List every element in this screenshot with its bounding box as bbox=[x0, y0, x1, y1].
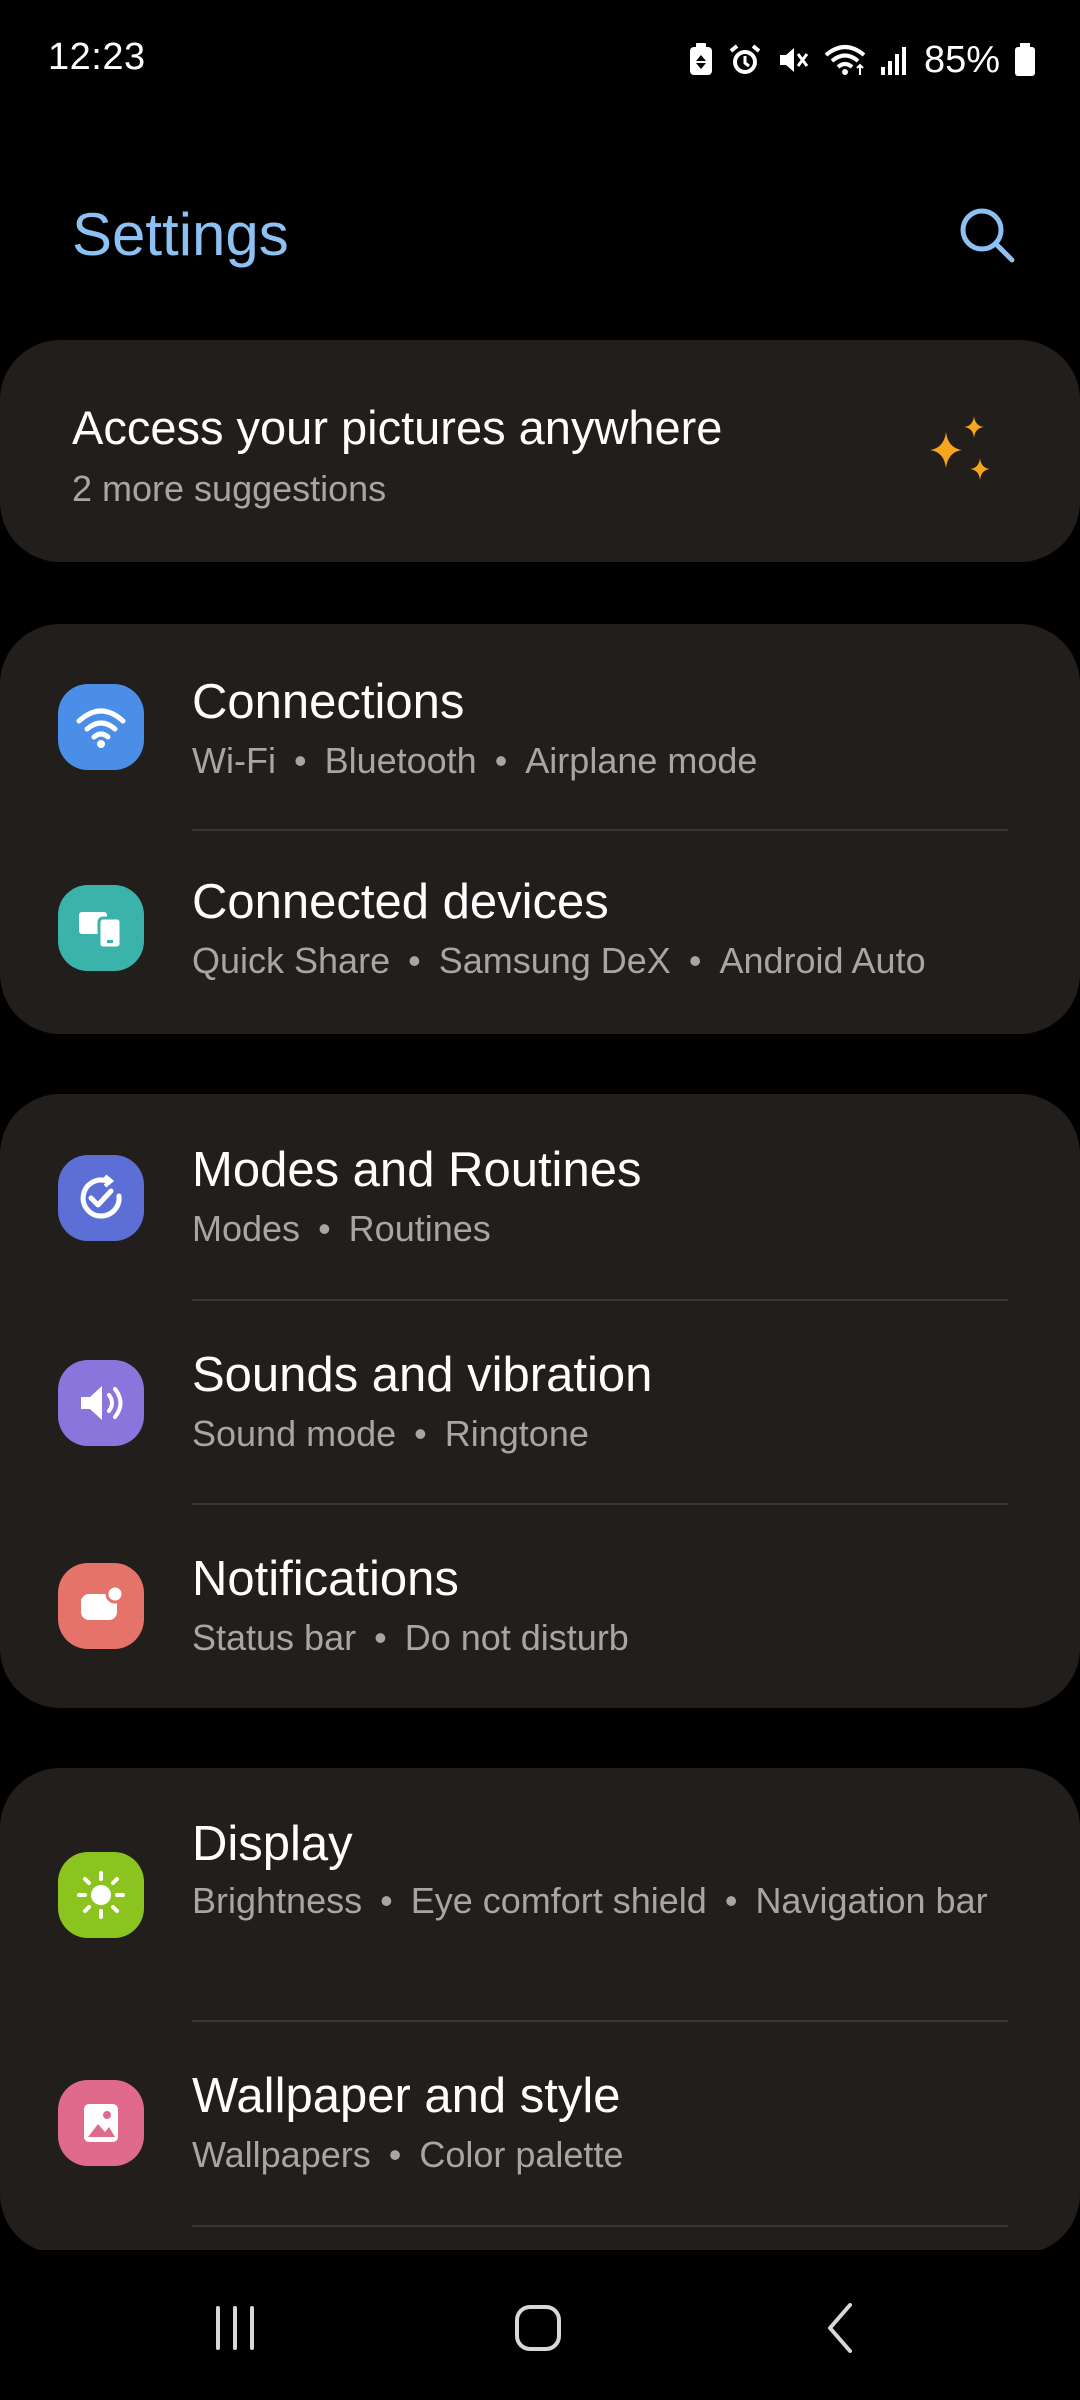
item-title: Sounds and vibration bbox=[192, 1348, 653, 1402]
settings-group-connections: Connections Wi-Fi • Bluetooth • Airplane mod… bbox=[0, 624, 1080, 1034]
battery-saver-icon bbox=[688, 43, 714, 77]
navigation-bar bbox=[0, 2250, 1080, 2400]
subtitle-part: Ringtone bbox=[444, 1413, 589, 1454]
subtitle-part: Modes bbox=[192, 1208, 301, 1249]
recents-button[interactable] bbox=[175, 2290, 295, 2370]
subtitle-part: Color palette bbox=[419, 2134, 624, 2175]
devices-icon bbox=[58, 885, 144, 971]
settings-group-display: Display Brightness • Eye comfort shield • Na… bbox=[0, 1768, 1080, 2254]
wallpaper-icon bbox=[58, 2080, 144, 2166]
subtitle-part: Quick Share bbox=[192, 940, 391, 981]
recents-icon bbox=[210, 2303, 260, 2358]
home-button[interactable] bbox=[478, 2290, 598, 2370]
subtitle-part: Do not disturb bbox=[404, 1617, 629, 1658]
subtitle-part: Bluetooth bbox=[324, 740, 477, 781]
alarm-icon bbox=[728, 43, 762, 77]
subtitle-part: Routines bbox=[348, 1208, 491, 1249]
setting-item-modes-routines[interactable]: Modes and Routines Modes • Routines bbox=[0, 1094, 1080, 1299]
setting-item-sounds-vibration[interactable]: Sounds and vibration Sound mode • Ringtone bbox=[0, 1299, 1080, 1503]
sun-icon bbox=[58, 1852, 144, 1938]
setting-item-connected-devices[interactable]: Connected devices Quick Share • Samsung De… bbox=[0, 829, 1080, 1034]
item-subtitle: Wi-Fi • Bluetooth • Airplane mode bbox=[192, 740, 758, 781]
item-title: Connections bbox=[192, 675, 465, 729]
item-subtitle: Quick Share • Samsung DeX • Android Auto bbox=[192, 940, 926, 981]
item-title: Notifications bbox=[192, 1552, 459, 1606]
routine-check-icon bbox=[58, 1155, 144, 1241]
search-button[interactable] bbox=[954, 202, 1020, 268]
notification-icon bbox=[58, 1563, 144, 1649]
divider bbox=[192, 2225, 1008, 2227]
wifi-icon bbox=[824, 43, 866, 77]
header: Settings bbox=[0, 180, 1080, 290]
subtitle-part: Eye comfort shield bbox=[410, 1880, 707, 1921]
mute-icon bbox=[776, 43, 810, 77]
speaker-icon bbox=[58, 1360, 144, 1446]
battery-icon bbox=[1014, 43, 1036, 77]
sparkle-icon bbox=[926, 414, 1002, 490]
subtitle-part: Status bar bbox=[192, 1617, 357, 1658]
suggestion-title: Access your pictures anywhere bbox=[72, 401, 723, 454]
back-button[interactable] bbox=[780, 2290, 900, 2370]
status-bar: 12:23 85% bbox=[0, 0, 1080, 120]
subtitle-part: Sound mode bbox=[192, 1413, 397, 1454]
wifi-icon bbox=[58, 684, 144, 770]
battery-percent: 85% bbox=[923, 38, 1000, 81]
search-icon bbox=[954, 208, 1020, 272]
settings-group-modes: Modes and Routines Modes • Routines Sounds… bbox=[0, 1094, 1080, 1708]
item-title: Display bbox=[192, 1817, 353, 1871]
setting-item-notifications[interactable]: Notifications Status bar • Do not disturb bbox=[0, 1503, 1080, 1708]
item-subtitle: Wallpapers • Color palette bbox=[192, 2134, 624, 2175]
item-subtitle: Brightness • Eye comfort shield • Navigation… bbox=[192, 1880, 988, 1921]
setting-item-connections[interactable]: Connections Wi-Fi • Bluetooth • Airplane mod… bbox=[0, 624, 1080, 829]
item-subtitle: Modes • Routines bbox=[192, 1208, 491, 1249]
item-title: Connected devices bbox=[192, 875, 609, 929]
suggestion-card[interactable]: Access your pictures anywhere 2 more sug… bbox=[0, 340, 1080, 562]
subtitle-part: Android Auto bbox=[719, 940, 926, 981]
subtitle-part: Navigation bar bbox=[755, 1880, 988, 1921]
back-icon bbox=[820, 2301, 860, 2360]
item-subtitle: Sound mode • Ringtone bbox=[192, 1413, 589, 1454]
status-icons: 85% bbox=[688, 36, 1036, 84]
home-icon bbox=[512, 2302, 564, 2359]
item-title: Wallpaper and style bbox=[192, 2069, 621, 2123]
item-title: Modes and Routines bbox=[192, 1143, 642, 1197]
subtitle-part: Brightness bbox=[192, 1880, 363, 1921]
suggestion-subtitle: 2 more suggestions bbox=[72, 468, 387, 509]
subtitle-part: Airplane mode bbox=[525, 740, 758, 781]
status-time: 12:23 bbox=[48, 36, 146, 78]
page-title: Settings bbox=[72, 201, 289, 268]
subtitle-part: Samsung DeX bbox=[438, 940, 671, 981]
setting-item-display[interactable]: Display Brightness • Eye comfort shield • Na… bbox=[0, 1768, 1080, 2020]
subtitle-part: Wi-Fi bbox=[192, 740, 276, 781]
setting-item-wallpaper-style[interactable]: Wallpaper and style Wallpapers • Color pal… bbox=[0, 2020, 1080, 2225]
subtitle-part: Wallpapers bbox=[192, 2134, 371, 2175]
signal-icon bbox=[880, 43, 910, 77]
item-subtitle: Status bar • Do not disturb bbox=[192, 1617, 629, 1658]
